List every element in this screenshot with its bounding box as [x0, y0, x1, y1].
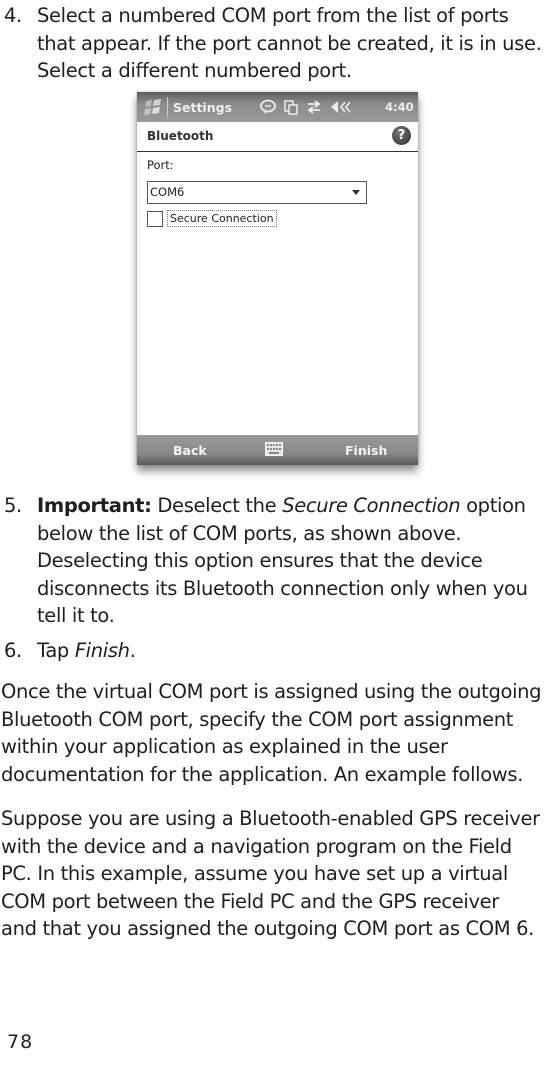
text-line: PC. In this example, assume you have set… — [1, 862, 508, 885]
text-line: tell it to. — [37, 604, 115, 627]
text-line: within your application as explained in … — [1, 735, 448, 758]
softkey-bar: Back Finish — [137, 435, 418, 465]
step-text: Important: Deselect the Secure Connectio… — [37, 492, 556, 630]
port-select-value: COM6 — [150, 185, 185, 199]
app-title: Settings — [173, 100, 233, 115]
text-line: disconnects its Bluetooth connection onl… — [37, 576, 528, 600]
text-run: . — [129, 639, 136, 662]
important-label: Important: — [37, 494, 152, 517]
step-text: Select a numbered COM port from the list… — [37, 2, 556, 85]
text-line: and that you assigned the outgoing COM p… — [1, 917, 535, 940]
text-line: documentation for the application. An ex… — [1, 762, 524, 786]
paragraph: Once the virtual COM port is assigned us… — [0, 678, 556, 788]
page-number: 78 — [7, 1031, 34, 1053]
title-separator — [167, 97, 168, 117]
device-screenshot: Settings 4:40 Bluetooth ? Port: COM6 Sec… — [137, 92, 418, 465]
settings-header: Bluetooth ? — [137, 122, 418, 152]
text-line: Select a numbered COM port from the list… — [37, 4, 509, 27]
text-line: Deselecting this option ensures that the… — [37, 549, 483, 572]
text-line: Select a different numbered port. — [37, 59, 352, 82]
message-bubble-icon[interactable] — [259, 98, 277, 116]
text-line: Bluetooth COM port, specify the COM port… — [1, 707, 514, 731]
title-bar: Settings 4:40 — [137, 92, 418, 122]
windows-start-icon[interactable] — [143, 97, 163, 117]
clock[interactable]: 4:40 — [385, 100, 414, 114]
text-line: below the list of COM ports, as shown ab… — [37, 521, 462, 545]
keyboard-icon[interactable] — [265, 442, 283, 456]
text-line: Tap Finish. — [37, 637, 556, 665]
port-select[interactable]: COM6 — [147, 181, 367, 204]
emphasis: Finish — [74, 639, 130, 662]
secure-connection-label[interactable]: Secure Connection — [167, 210, 277, 227]
back-button[interactable]: Back — [173, 443, 207, 458]
step-number: 5. — [4, 494, 22, 517]
text-run: Tap — [37, 639, 75, 662]
text-run: Deselect the — [151, 494, 283, 517]
help-icon[interactable]: ? — [392, 126, 411, 145]
chevron-down-icon — [352, 190, 360, 195]
emphasis: Secure Connection — [282, 494, 461, 517]
finish-button[interactable]: Finish — [345, 443, 387, 458]
step-text: Tap Finish. — [37, 637, 556, 665]
text-run: option — [460, 494, 526, 517]
text-line: Important: Deselect the Secure Connectio… — [37, 492, 556, 520]
speaker-icon[interactable] — [329, 98, 353, 116]
text-line: COM port between the Field PC and the GP… — [1, 889, 499, 913]
connectivity-arrows-icon[interactable] — [305, 98, 323, 116]
text-line: with the device and a navigation program… — [1, 834, 512, 858]
step-number: 6. — [4, 639, 22, 662]
secure-connection-checkbox[interactable] — [147, 211, 163, 227]
text-line: Suppose you are using a Bluetooth-enable… — [1, 807, 540, 830]
copy-icon[interactable] — [284, 98, 298, 116]
step-number: 4. — [4, 4, 22, 27]
text-line: Once the virtual COM port is assigned us… — [1, 680, 542, 703]
text-line: that appear. If the port cannot be creat… — [37, 31, 542, 55]
header-title: Bluetooth — [147, 129, 214, 143]
port-label: Port: — [147, 158, 174, 172]
paragraph: Suppose you are using a Bluetooth-enable… — [0, 805, 556, 943]
